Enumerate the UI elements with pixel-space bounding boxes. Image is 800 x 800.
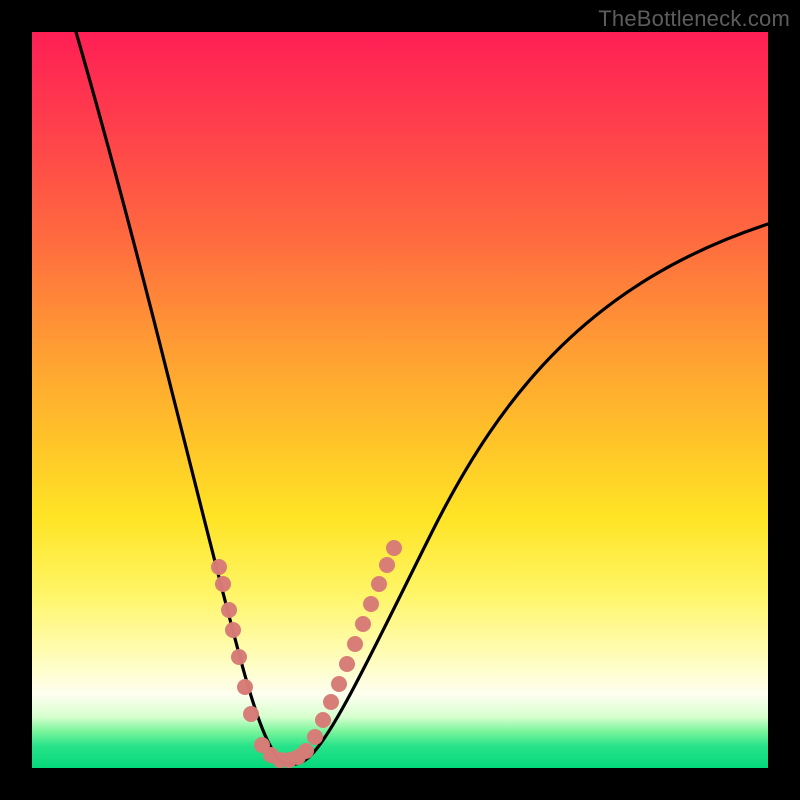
plot-area <box>32 32 768 768</box>
curve-path <box>76 32 768 764</box>
dotted-overlay <box>211 540 402 768</box>
watermark-text: TheBottleneck.com <box>598 6 790 32</box>
chart-frame: TheBottleneck.com <box>0 0 800 800</box>
bottleneck-curve <box>32 32 768 768</box>
